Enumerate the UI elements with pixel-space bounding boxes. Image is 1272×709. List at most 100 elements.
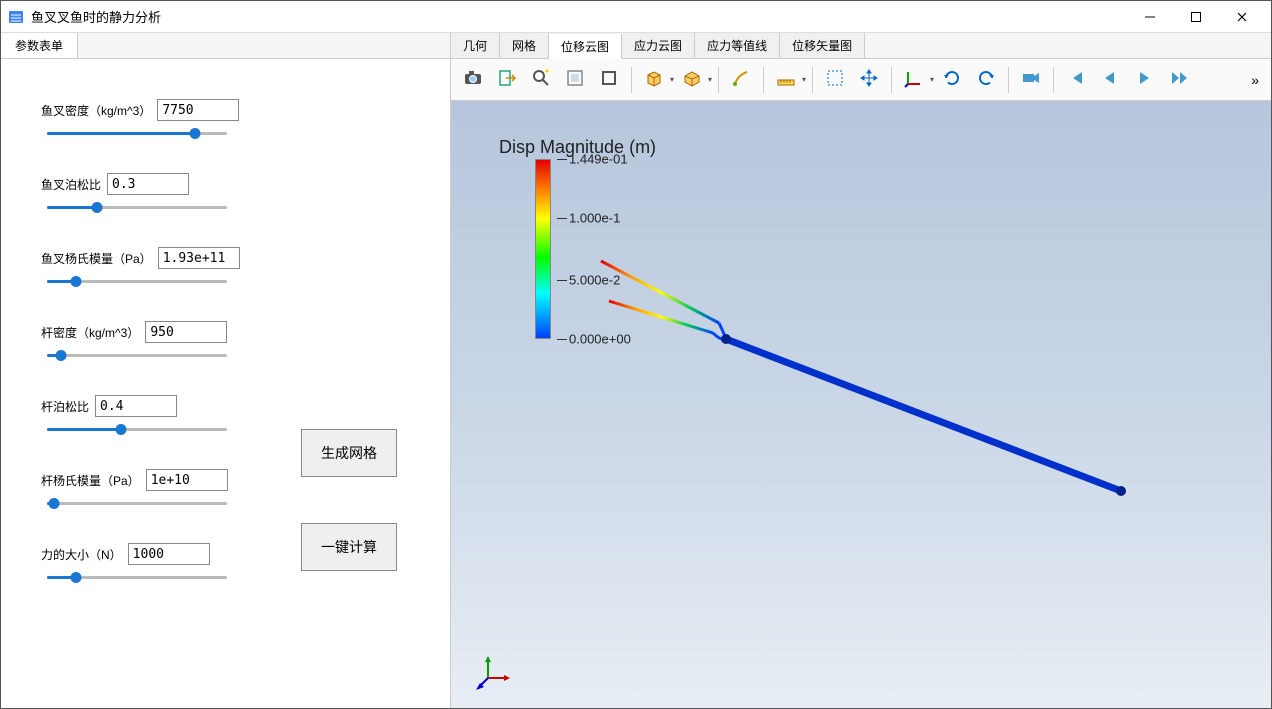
brush-icon — [731, 68, 751, 91]
rotate-ccw-icon — [976, 68, 996, 91]
toolbar-separator — [891, 67, 892, 93]
param-row: 鱼叉密度（kg/m^3） — [41, 99, 251, 139]
window-title: 鱼叉叉鱼时的静力分析 — [31, 7, 161, 26]
param-slider[interactable] — [47, 127, 227, 139]
toolbar: ▾ ▾ ▾ ▾ » — [451, 59, 1271, 101]
param-input[interactable] — [158, 247, 240, 269]
param-slider[interactable] — [47, 497, 227, 509]
skip-start-button[interactable] — [1060, 64, 1092, 96]
toolbar-separator — [812, 67, 813, 93]
step-forward-icon — [1168, 68, 1188, 91]
box-persp-button[interactable] — [676, 64, 708, 96]
rotate-ccw-button[interactable] — [970, 64, 1002, 96]
axes-button[interactable] — [898, 64, 930, 96]
sidebar-tabbar: 参数表单 — [1, 33, 450, 59]
toolbar-separator — [1008, 67, 1009, 93]
select-button[interactable] — [819, 64, 851, 96]
export-icon — [497, 68, 517, 91]
play-button[interactable] — [1128, 64, 1160, 96]
camera-view-icon — [1021, 68, 1041, 91]
titlebar: 鱼叉叉鱼时的静力分析 — [1, 1, 1271, 33]
param-slider[interactable] — [47, 201, 227, 213]
param-input[interactable] — [95, 395, 177, 417]
maximize-button[interactable] — [1173, 1, 1219, 33]
main-tab[interactable]: 位移云图 — [549, 34, 622, 59]
param-slider[interactable] — [47, 423, 227, 435]
box-persp-icon — [682, 68, 702, 91]
dropdown-arrow-icon[interactable]: ▾ — [930, 75, 934, 84]
main-tab[interactable]: 网格 — [500, 33, 549, 58]
toolbar-separator — [631, 67, 632, 93]
colorbar-tick-label: 1.449e-01 — [569, 152, 628, 167]
param-input[interactable] — [146, 469, 228, 491]
param-input[interactable] — [157, 99, 239, 121]
axes-triad-icon — [476, 654, 512, 690]
move-icon — [859, 68, 879, 91]
sidebar-tab-params[interactable]: 参数表单 — [1, 33, 78, 58]
app-window: 鱼叉叉鱼时的静力分析 参数表单 鱼叉密度（kg/m^3）鱼叉泊松比鱼叉杨氏模量（… — [0, 0, 1272, 709]
button-column: 生成网格 一键计算 — [301, 429, 397, 698]
app-icon — [7, 8, 25, 26]
param-label: 杆密度（kg/m^3） — [41, 324, 139, 341]
move-button[interactable] — [853, 64, 885, 96]
main-tab[interactable]: 应力云图 — [622, 33, 695, 58]
minimize-button[interactable] — [1127, 1, 1173, 33]
skip-start-icon — [1066, 68, 1086, 91]
camera-view-button[interactable] — [1015, 64, 1047, 96]
param-label: 鱼叉杨氏模量（Pa） — [41, 250, 152, 267]
param-slider[interactable] — [47, 349, 227, 361]
outline-icon — [599, 68, 619, 91]
viewport[interactable]: Disp Magnitude (m) 1.449e-011.000e-15.00… — [451, 101, 1271, 708]
main-tab[interactable]: 位移矢量图 — [780, 33, 865, 58]
param-input[interactable] — [107, 173, 189, 195]
bounding-box-button[interactable] — [559, 64, 591, 96]
colorbar — [535, 159, 551, 339]
axes-icon — [904, 68, 924, 91]
param-input[interactable] — [128, 543, 210, 565]
rotate-cw-button[interactable] — [936, 64, 968, 96]
step-forward-button[interactable] — [1162, 64, 1194, 96]
one-click-calc-button[interactable]: 一键计算 — [301, 523, 397, 571]
brush-button[interactable] — [725, 64, 757, 96]
param-slider[interactable] — [47, 571, 227, 583]
param-input[interactable] — [145, 321, 227, 343]
outline-button[interactable] — [593, 64, 625, 96]
colorbar-tick — [557, 280, 567, 281]
param-label: 鱼叉密度（kg/m^3） — [41, 102, 151, 119]
toolbar-overflow-button[interactable]: » — [1245, 72, 1265, 88]
box-front-icon — [644, 68, 664, 91]
zoom-button[interactable] — [525, 64, 557, 96]
params-panel: 鱼叉密度（kg/m^3）鱼叉泊松比鱼叉杨氏模量（Pa）杆密度（kg/m^3）杆泊… — [1, 59, 450, 708]
camera-icon — [463, 68, 483, 91]
dropdown-arrow-icon[interactable]: ▾ — [802, 75, 806, 84]
toolbar-separator — [763, 67, 764, 93]
step-back-button[interactable] — [1094, 64, 1126, 96]
colorbar-tick — [557, 159, 567, 160]
export-button[interactable] — [491, 64, 523, 96]
zoom-icon — [531, 68, 551, 91]
result-model — [591, 241, 1131, 501]
ruler-button[interactable] — [770, 64, 802, 96]
close-button[interactable] — [1219, 1, 1265, 33]
main-tab[interactable]: 应力等值线 — [695, 33, 780, 58]
ruler-icon — [776, 68, 796, 91]
generate-mesh-button[interactable]: 生成网格 — [301, 429, 397, 477]
param-label: 力的大小（N） — [41, 546, 122, 563]
colorbar-tick — [557, 339, 567, 340]
main-tab[interactable]: 几何 — [451, 33, 500, 58]
param-label: 杆杨氏模量（Pa） — [41, 472, 140, 489]
select-icon — [825, 68, 845, 91]
dropdown-arrow-icon[interactable]: ▾ — [670, 75, 674, 84]
camera-button[interactable] — [457, 64, 489, 96]
param-column: 鱼叉密度（kg/m^3）鱼叉泊松比鱼叉杨氏模量（Pa）杆密度（kg/m^3）杆泊… — [41, 99, 251, 698]
colorbar-tick — [557, 218, 567, 219]
dropdown-arrow-icon[interactable]: ▾ — [708, 75, 712, 84]
box-front-button[interactable] — [638, 64, 670, 96]
colorbar-tick-label: 1.000e-1 — [569, 211, 620, 226]
main-tabs: 几何网格位移云图应力云图应力等值线位移矢量图 — [451, 33, 1271, 59]
bounding-box-icon — [565, 68, 585, 91]
play-icon — [1134, 68, 1154, 91]
param-slider[interactable] — [47, 275, 227, 287]
param-row: 力的大小（N） — [41, 543, 251, 583]
toolbar-separator — [1053, 67, 1054, 93]
